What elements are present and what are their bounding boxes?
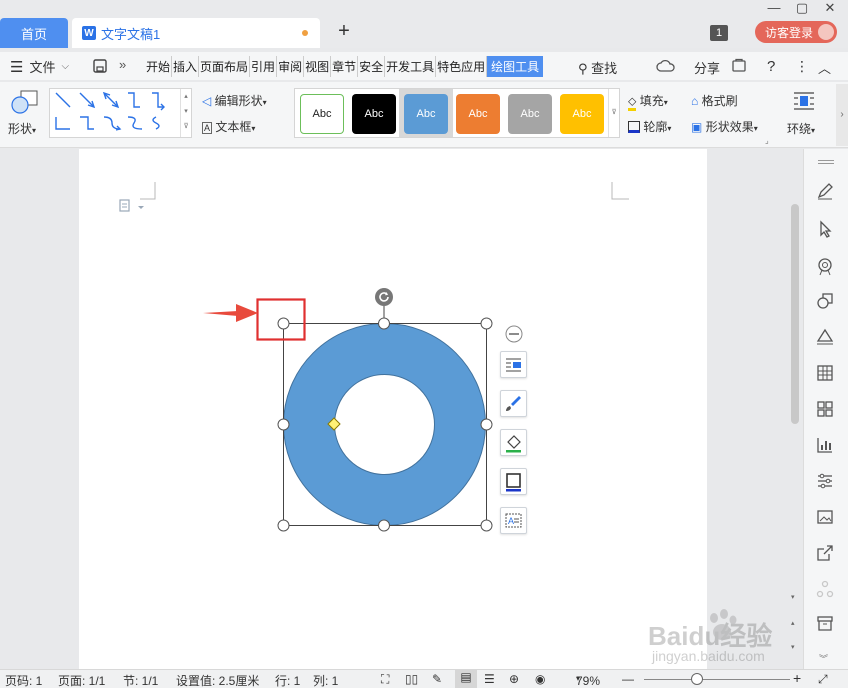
settings-sliders-icon[interactable] bbox=[814, 470, 836, 492]
page-margin-corner bbox=[140, 182, 156, 200]
eye-protect-icon[interactable]: ◉ bbox=[535, 672, 545, 686]
scroll-down-arrow[interactable]: ▾ bbox=[791, 593, 795, 601]
image-icon[interactable] bbox=[814, 506, 836, 528]
status-setting-value[interactable]: 设置值: 2.5厘米 bbox=[176, 672, 259, 688]
status-bar: 页码: 1 页面: 1/1 节: 1/1 设置值: 2.5厘米 行: 1 列: … bbox=[0, 669, 848, 688]
bar-chart-icon[interactable] bbox=[814, 434, 836, 456]
resize-handle-left bbox=[277, 418, 290, 431]
grid-apps-icon[interactable] bbox=[814, 398, 836, 420]
zoom-in-icon[interactable]: + bbox=[793, 670, 801, 686]
brush-icon bbox=[506, 396, 521, 411]
resize-handle-top-left bbox=[277, 317, 290, 330]
zoom-slider-track[interactable] bbox=[644, 679, 790, 680]
scrollbar-thumb[interactable] bbox=[791, 204, 799, 424]
resize-handle-right bbox=[480, 418, 493, 431]
status-section[interactable]: 节: 1/1 bbox=[123, 672, 158, 688]
status-column[interactable]: 列: 1 bbox=[313, 672, 338, 688]
fullscreen-icon[interactable]: ⛶ bbox=[381, 672, 389, 687]
document-canvas bbox=[119, 182, 629, 532]
watermark-url: jingyan.baidu.com bbox=[652, 648, 765, 664]
status-page-number[interactable]: 页码: 1 bbox=[5, 672, 42, 688]
cursor-icon[interactable] bbox=[814, 218, 836, 240]
pointer-arrow-icon bbox=[203, 304, 258, 322]
shapes-icon[interactable] bbox=[814, 290, 836, 312]
network-icon[interactable] bbox=[814, 578, 836, 600]
share-export-icon[interactable] bbox=[814, 542, 836, 564]
zoom-slider-thumb[interactable] bbox=[691, 673, 703, 685]
pane-drag-handle[interactable] bbox=[818, 160, 834, 164]
zoom-out-icon[interactable]: — bbox=[622, 672, 634, 686]
outline-icon bbox=[506, 473, 521, 492]
web-view-icon[interactable]: ⊕ bbox=[509, 672, 519, 686]
resize-handle-top bbox=[378, 317, 390, 330]
badge-icon[interactable] bbox=[814, 255, 836, 277]
page-view-icon[interactable]: ▤ bbox=[455, 670, 477, 688]
fit-window-icon[interactable]: ⤢ bbox=[818, 672, 828, 687]
vertical-scrollbar[interactable]: ▾ ▴ ▾ bbox=[788, 149, 802, 669]
outline-view-icon[interactable]: ☰ bbox=[484, 672, 495, 686]
shape-outline-button[interactable] bbox=[500, 468, 527, 495]
resize-handle-bottom-right bbox=[480, 519, 493, 532]
read-mode-icon[interactable]: ▯▯ bbox=[405, 672, 418, 686]
rotate-handle-icon bbox=[375, 288, 393, 306]
resize-handle-top-right bbox=[480, 317, 493, 330]
collapse-toolbar-icon bbox=[505, 325, 523, 343]
baidu-watermark: Baidu经验 jingyan.baidu.com bbox=[648, 606, 798, 666]
status-pages[interactable]: 页面: 1/1 bbox=[58, 672, 105, 688]
archive-box-icon[interactable] bbox=[814, 612, 836, 634]
pane-collapse-chevron[interactable]: ︾ bbox=[819, 652, 828, 665]
donut-shape bbox=[282, 323, 487, 526]
fill-bucket-icon bbox=[506, 435, 521, 453]
status-row[interactable]: 行: 1 bbox=[275, 672, 300, 688]
caret-down-icon: ▾ bbox=[576, 674, 581, 683]
table-icon[interactable] bbox=[814, 362, 836, 384]
wrap-text-icon bbox=[506, 358, 521, 372]
layout-options-button[interactable] bbox=[500, 351, 527, 378]
page-margin-corner bbox=[611, 182, 629, 200]
paragraph-layout-icon bbox=[119, 199, 144, 212]
shape-fill-button[interactable] bbox=[500, 429, 527, 456]
layers-icon[interactable] bbox=[814, 326, 836, 348]
text-box-button[interactable]: A bbox=[500, 507, 527, 534]
write-mode-icon[interactable]: ✎ bbox=[432, 672, 442, 686]
resize-handle-bottom bbox=[378, 519, 390, 532]
shape-style-button[interactable] bbox=[500, 390, 527, 417]
resize-handle-bottom-left bbox=[277, 519, 290, 532]
pen-icon[interactable] bbox=[814, 180, 836, 202]
text-box-icon: A bbox=[505, 513, 522, 528]
svg-text:A: A bbox=[508, 516, 514, 526]
